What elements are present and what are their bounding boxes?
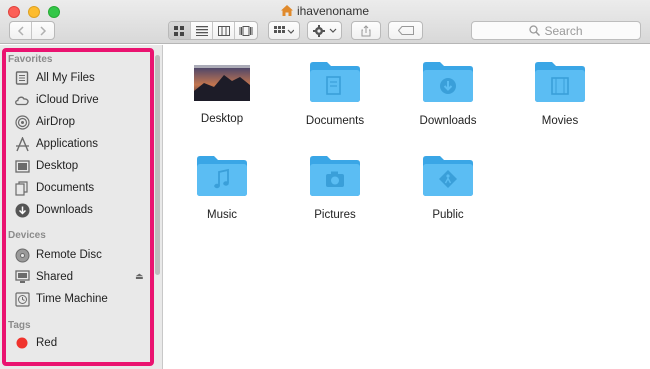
sidebar-item-airdrop[interactable]: AirDrop xyxy=(14,112,75,132)
folder-public-icon xyxy=(421,153,475,197)
file-label: Movies xyxy=(541,115,579,127)
gear-icon xyxy=(312,24,336,37)
folder-music-icon xyxy=(195,153,249,197)
folder-documents-icon xyxy=(308,59,362,103)
cover-flow-button[interactable] xyxy=(235,22,257,39)
applications-icon xyxy=(14,136,30,152)
file-label: Documents xyxy=(305,115,365,127)
file-item-desktop[interactable]: Desktop xyxy=(172,61,272,125)
view-mode-control xyxy=(168,21,258,40)
action-button[interactable] xyxy=(307,21,342,40)
cloud-icon xyxy=(14,92,30,108)
sidebar-scrollbar[interactable] xyxy=(155,55,160,275)
file-label: Public xyxy=(432,209,464,221)
sidebar-item-downloads[interactable]: Downloads xyxy=(14,200,93,220)
favorites-header: Favorites xyxy=(8,54,53,65)
forward-button[interactable] xyxy=(32,22,54,39)
sidebar-item-label: iCloud Drive xyxy=(36,94,99,106)
all-files-icon xyxy=(14,70,30,86)
airdrop-icon xyxy=(14,114,30,130)
sidebar-item-all-my-files[interactable]: All My Files xyxy=(14,68,95,88)
disc-icon xyxy=(14,247,30,263)
chevron-right-icon xyxy=(40,25,47,36)
desktop-thumbnail-icon xyxy=(194,65,250,101)
sidebar-item-remote-disc[interactable]: Remote Disc xyxy=(14,245,102,265)
file-item-downloads[interactable]: Downloads xyxy=(398,59,498,127)
cover-flow-icon xyxy=(239,25,253,36)
sidebar-item-time-machine[interactable]: Time Machine xyxy=(14,289,108,309)
shared-icon xyxy=(14,269,30,285)
home-icon xyxy=(280,5,293,16)
sidebar-item-label: Red xyxy=(36,337,58,349)
folder-movies-icon xyxy=(533,59,587,103)
arrange-grid-icon xyxy=(274,25,294,34)
sidebar-item-label: Remote Disc xyxy=(36,249,102,261)
file-label: Desktop xyxy=(200,113,244,125)
search-field[interactable]: Search xyxy=(471,21,641,40)
file-item-documents[interactable]: Documents xyxy=(285,59,385,127)
chevron-left-icon xyxy=(17,25,24,36)
share-icon xyxy=(361,24,371,36)
sidebar-item-icloud-drive[interactable]: iCloud Drive xyxy=(14,90,99,110)
sidebar: Favorites All My Files iCloud Drive AirD… xyxy=(0,45,163,369)
tag-icon xyxy=(397,26,414,35)
arrange-button[interactable] xyxy=(268,21,300,40)
devices-header: Devices xyxy=(8,230,46,241)
sidebar-item-label: AirDrop xyxy=(36,116,75,128)
downloads-icon xyxy=(14,202,30,218)
file-label: Pictures xyxy=(314,209,356,221)
icon-view-button[interactable] xyxy=(169,22,191,39)
back-button[interactable] xyxy=(10,22,32,39)
sidebar-item-label: Documents xyxy=(36,182,95,194)
title-bar: ihavenoname Search xyxy=(0,0,650,44)
desktop-icon xyxy=(14,158,30,174)
eject-icon[interactable]: ⏏ xyxy=(135,271,144,282)
file-item-movies[interactable]: Movies xyxy=(510,59,610,127)
sidebar-item-label: Desktop xyxy=(36,160,79,172)
folder-pictures-icon xyxy=(308,153,362,197)
sidebar-item-label: Time Machine xyxy=(36,293,108,305)
sidebar-item-applications[interactable]: Applications xyxy=(14,134,98,154)
sidebar-item-documents[interactable]: Documents xyxy=(14,178,94,198)
sidebar-item-label: Downloads xyxy=(36,204,93,216)
file-label: Downloads xyxy=(419,115,477,127)
window-title: ihavenoname xyxy=(0,4,650,18)
list-view-icon xyxy=(195,25,208,36)
red-tag-dot-icon xyxy=(14,335,30,351)
icon-view-icon xyxy=(174,25,184,36)
file-item-pictures[interactable]: Pictures xyxy=(285,153,385,221)
share-button[interactable] xyxy=(351,21,381,40)
list-view-button[interactable] xyxy=(191,22,213,39)
search-icon xyxy=(529,25,541,36)
time-machine-icon xyxy=(14,291,30,307)
file-label: Music xyxy=(206,209,238,221)
tag-button[interactable] xyxy=(388,21,423,40)
file-browser: Desktop Documents Downloads Movies Music… xyxy=(164,45,650,369)
sidebar-item-label: Shared xyxy=(36,271,74,283)
column-view-icon xyxy=(217,25,230,36)
file-item-public[interactable]: Public xyxy=(398,153,498,221)
folder-downloads-icon xyxy=(421,59,475,103)
file-item-music[interactable]: Music xyxy=(172,153,272,221)
tags-header: Tags xyxy=(8,320,31,331)
sidebar-item-label: Applications xyxy=(36,138,99,150)
sidebar-item-desktop[interactable]: Desktop xyxy=(14,156,78,176)
search-placeholder: Search xyxy=(544,23,583,38)
documents-icon xyxy=(14,180,30,196)
window-title-text: ihavenoname xyxy=(296,4,370,18)
sidebar-item-shared[interactable]: Shared xyxy=(14,267,73,287)
sidebar-item-label: All My Files xyxy=(36,72,95,84)
sidebar-item-tag-red[interactable]: Red xyxy=(14,333,57,353)
column-view-button[interactable] xyxy=(213,22,235,39)
nav-buttons xyxy=(9,21,55,40)
